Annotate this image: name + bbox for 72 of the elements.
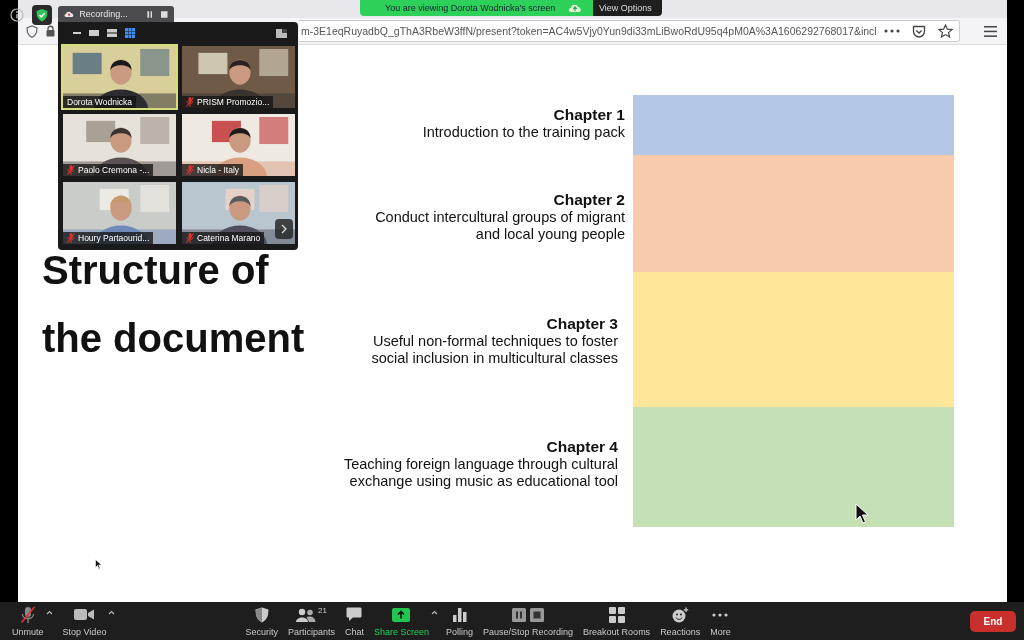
participant-name: PRISM Promozio... bbox=[197, 97, 270, 107]
participant-name: Caterina Marano bbox=[197, 233, 261, 243]
pocket-icon[interactable] bbox=[912, 24, 926, 38]
pause-icon[interactable] bbox=[146, 9, 153, 19]
next-page-button[interactable] bbox=[275, 219, 293, 239]
toolbar-button[interactable]: Security bbox=[243, 605, 280, 637]
chapter-description: Introduction to the training pack bbox=[421, 124, 625, 141]
chapter-heading: Chapter 3 bbox=[545, 314, 618, 333]
share-screen-icon bbox=[392, 607, 411, 622]
shield-icon[interactable] bbox=[35, 8, 49, 22]
grid-icon bbox=[608, 606, 625, 623]
chapter-heading: Chapter 4 bbox=[545, 437, 618, 456]
caret-icon[interactable] bbox=[108, 609, 116, 615]
toolbar-button[interactable]: Chat bbox=[342, 605, 366, 637]
participant-name: Nicla - Italy bbox=[197, 165, 240, 175]
mouse-pointer-icon bbox=[855, 503, 869, 525]
chapter-description: Conduct intercultural groups of migrant and local young people bbox=[374, 209, 625, 243]
strip-view-icon[interactable] bbox=[107, 29, 117, 37]
participant-name: Paolo Cremona -... bbox=[78, 165, 150, 175]
pause-stop-icon bbox=[512, 607, 545, 622]
toolbar-button[interactable]: Pause/Stop Recording bbox=[481, 605, 576, 637]
more-icon bbox=[712, 612, 729, 617]
recording-status: Recording... bbox=[79, 9, 128, 19]
chapter-heading: Chapter 2 bbox=[552, 190, 625, 209]
view-options-button[interactable]: View Options bbox=[593, 0, 662, 16]
toolbar-button[interactable]: Polling bbox=[444, 605, 476, 637]
caret-icon[interactable] bbox=[431, 609, 438, 615]
video-camera-icon bbox=[74, 608, 95, 621]
more-icon[interactable] bbox=[884, 29, 900, 33]
video-tile[interactable]: Dorota Wodnicka bbox=[61, 44, 178, 110]
cloud-recording-icon bbox=[64, 9, 75, 19]
smiley-plus-icon bbox=[671, 606, 689, 623]
chapter-description: Useful non-formal techniques to foster social inclusion in multicultural classes bbox=[370, 333, 618, 367]
cloud-icon bbox=[568, 3, 583, 13]
bar-chart-icon bbox=[452, 607, 467, 622]
participant-count: 21 bbox=[317, 605, 327, 615]
people-icon bbox=[295, 607, 316, 622]
video-tile[interactable]: Paolo Cremona -... bbox=[61, 112, 178, 178]
exit-fullscreen-icon[interactable] bbox=[276, 28, 287, 38]
chevron-right-icon bbox=[281, 224, 287, 234]
lock-icon bbox=[46, 25, 55, 37]
shield-icon bbox=[254, 606, 269, 623]
star-icon[interactable] bbox=[938, 24, 953, 38]
address-bar[interactable]: m-3E1eqRuyadbQ_gThA3RbeW3ffN/present?token=AC4w5Vjy0Yun9di33mLiBwoRdU95q4pM0A%3A1606292768017&incl bbox=[299, 20, 960, 42]
info-icon[interactable] bbox=[10, 8, 24, 22]
chapter-heading: Chapter 1 bbox=[552, 105, 625, 124]
chapter-description: Teaching foreign language through cultural exchange using music as educational tool bbox=[342, 456, 618, 490]
muted-microphone-icon bbox=[19, 605, 36, 624]
grid-view-icon[interactable] bbox=[125, 28, 135, 38]
participant-name: Houry Partaourid... bbox=[78, 233, 150, 243]
toolbar-button[interactable]: Share Screen bbox=[371, 605, 431, 637]
participant-name: Dorota Wodnicka bbox=[67, 97, 133, 107]
end-meeting-button[interactable]: End bbox=[970, 610, 1016, 632]
toolbar-button[interactable]: 21 Participants bbox=[285, 605, 337, 637]
stop-icon[interactable] bbox=[161, 9, 168, 19]
caret-icon[interactable] bbox=[45, 609, 53, 615]
toolbar-button[interactable]: Stop Video bbox=[60, 605, 109, 637]
slide-title: Structure of bbox=[42, 246, 270, 293]
speech-bubble-icon bbox=[346, 607, 363, 622]
toolbar-button[interactable]: Breakout Rooms bbox=[581, 605, 653, 637]
toolbar-button[interactable]: Reactions bbox=[658, 605, 703, 637]
shield-icon[interactable] bbox=[26, 24, 38, 38]
banner-text: You are viewing Dorota Wodnicka's screen bbox=[385, 3, 556, 13]
menu-icon[interactable] bbox=[984, 25, 997, 37]
toolbar-button[interactable]: Unmute bbox=[10, 605, 46, 637]
mouse-pointer-icon bbox=[95, 559, 102, 570]
video-tile[interactable]: PRISM Promozio... bbox=[180, 44, 297, 110]
slide-title: the document bbox=[42, 314, 306, 361]
video-tile[interactable]: Nicla - Italy bbox=[180, 112, 297, 178]
video-tile[interactable]: Caterina Marano bbox=[180, 180, 297, 246]
toolbar-button[interactable]: More bbox=[708, 605, 733, 637]
video-tile[interactable]: Houry Partaourid... bbox=[61, 180, 178, 246]
